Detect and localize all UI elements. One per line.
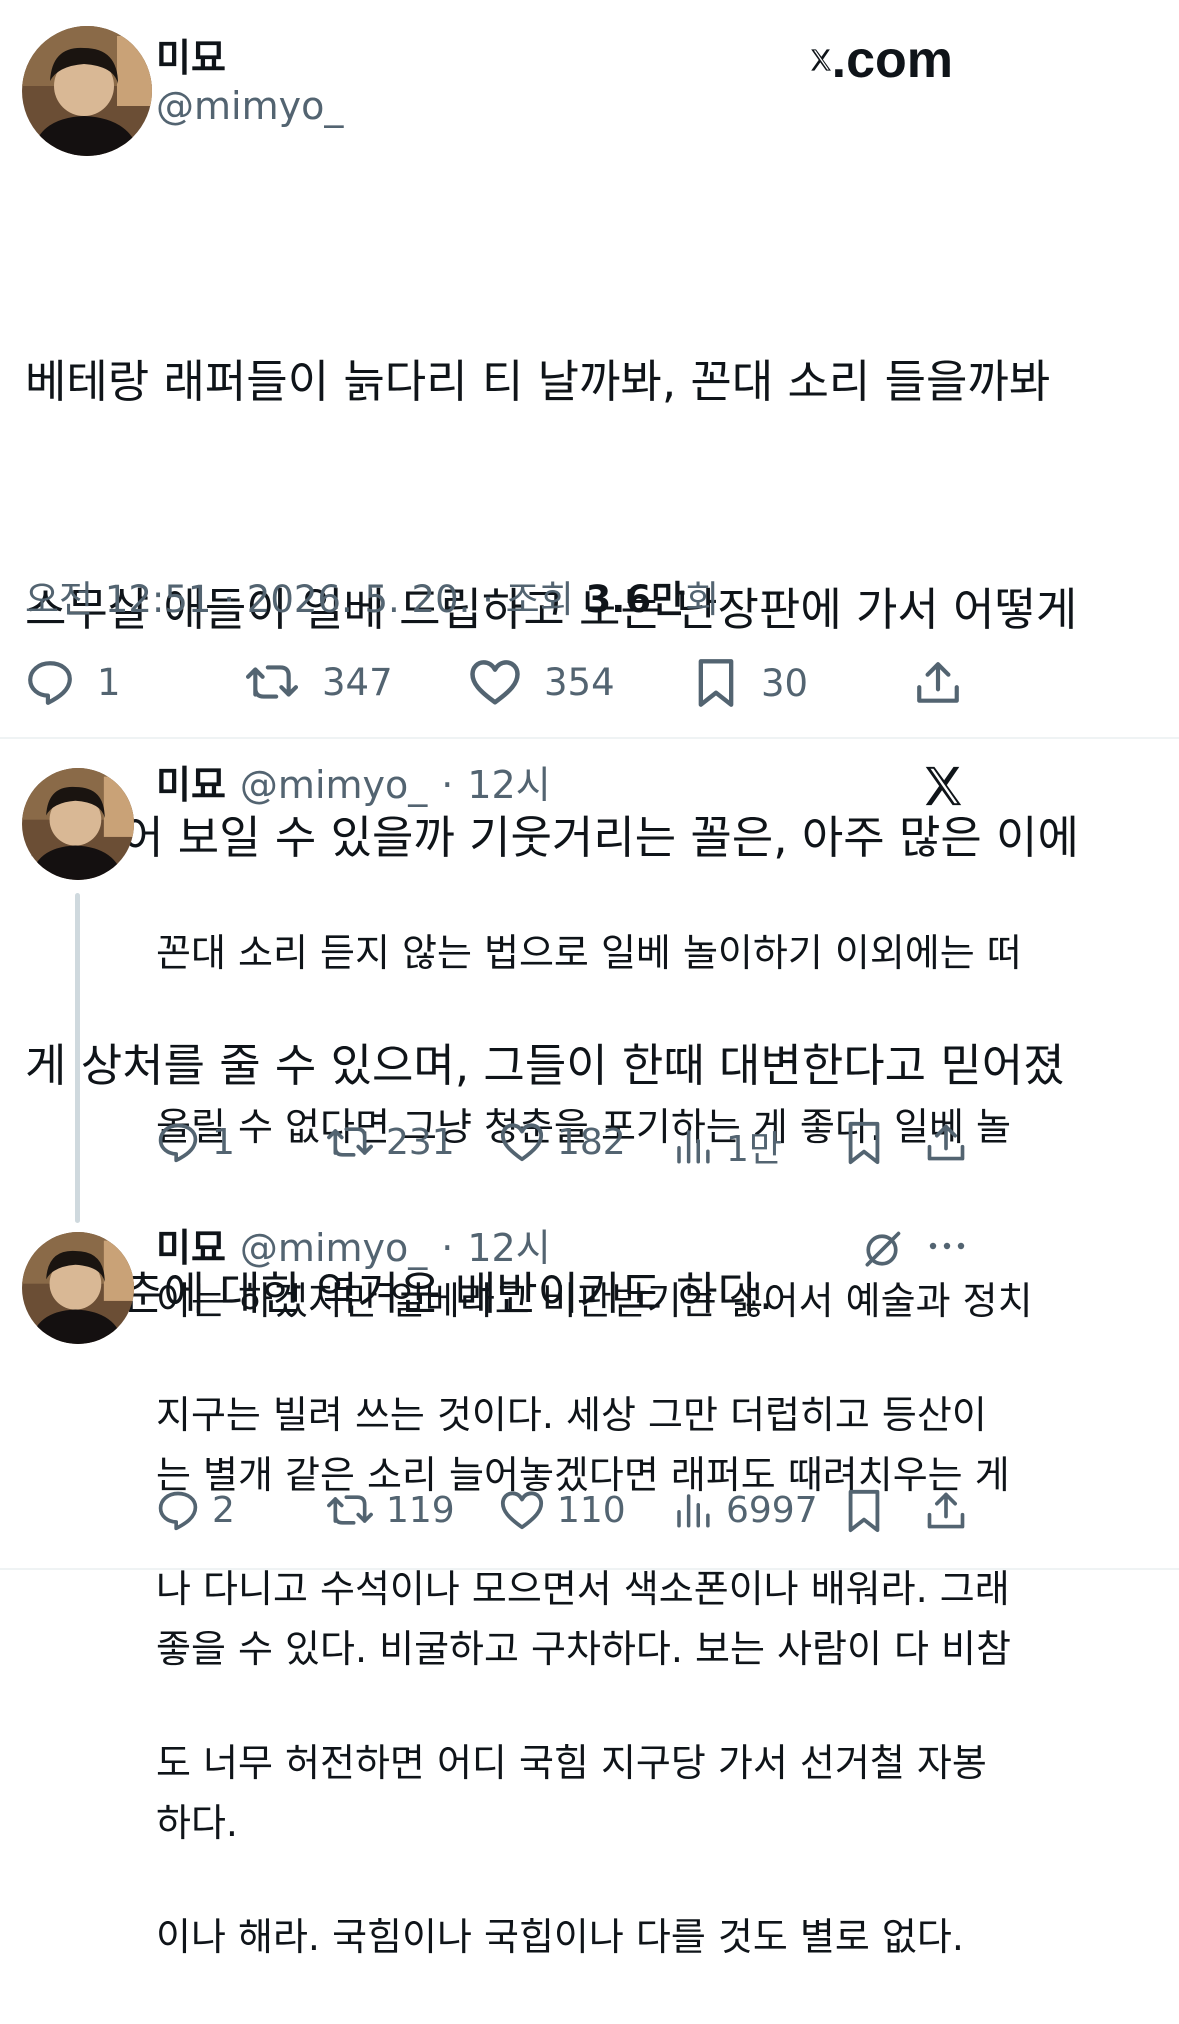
retweet-button[interactable]: 119 <box>326 1488 455 1532</box>
heart-icon <box>500 1491 544 1530</box>
bookmark-icon <box>848 1489 880 1533</box>
retweet-count: 119 <box>386 1489 455 1531</box>
views-button[interactable]: 6997 <box>672 1488 818 1532</box>
views-icon <box>677 1494 710 1528</box>
reply-separator: · <box>441 763 454 807</box>
retweet-icon <box>327 1495 373 1525</box>
reply-line: 올릴 수 없다면 그냥 청춘을 포기하는 게 좋다. 일베 놀 <box>156 1105 1011 1149</box>
reply-author-name[interactable]: 미묘 <box>156 1226 226 1270</box>
tweet-date[interactable]: 2026. 5. 20. <box>247 578 471 621</box>
views-button[interactable]: 1만 <box>672 1120 782 1172</box>
views-label: 조회 <box>505 578 574 621</box>
reply-time[interactable]: 12시 <box>467 763 550 807</box>
reply-line: 지구는 빌려 쓰는 것이다. 세상 그만 더럽히고 등산이 <box>156 1393 987 1437</box>
retweet-button[interactable]: 231 <box>326 1120 455 1164</box>
reply-text: 지구는 빌려 쓰는 것이다. 세상 그만 더럽히고 등산이 나 다니고 수석이나… <box>156 1270 1166 2024</box>
retweet-icon <box>327 1127 373 1157</box>
reply-avatar[interactable] <box>22 1232 134 1344</box>
bookmark-icon <box>698 659 734 707</box>
share-button[interactable] <box>924 1120 968 1166</box>
reply-separator: · <box>441 1226 454 1270</box>
tweet-line: 베테랑 래퍼들이 늙다리 티 날까봐, 꼰대 소리 들을까봐 <box>25 355 1051 408</box>
reply-header: 미묘 @mimyo_ · 12시 <box>156 763 551 807</box>
like-button[interactable]: 354 <box>468 657 615 707</box>
retweet-button[interactable]: 347 <box>244 657 393 707</box>
reply-author-handle[interactable]: @mimyo_ <box>240 1226 427 1270</box>
like-button[interactable]: 110 <box>499 1488 626 1532</box>
retweet-count: 347 <box>322 660 393 704</box>
tweet-meta: 오전 12:51 · 2026. 5. 20. · 조회 3.6만회 <box>25 578 719 622</box>
reply-icon <box>28 661 72 705</box>
views-icon <box>677 1130 710 1164</box>
reply-time[interactable]: 12시 <box>467 1226 550 1270</box>
like-button[interactable]: 182 <box>499 1120 626 1164</box>
views-suffix: 회 <box>685 578 720 621</box>
bookmark-icon <box>848 1121 880 1165</box>
views-count: 3.6만 <box>585 578 686 621</box>
retweet-count: 231 <box>386 1121 455 1163</box>
author-handle[interactable]: @mimyo_ <box>156 84 343 128</box>
bookmark-button[interactable] <box>844 1120 884 1166</box>
meta-separator: · <box>223 578 236 621</box>
reply-count: 2 <box>212 1489 235 1531</box>
bookmark-count: 30 <box>761 661 809 705</box>
x-logo-icon <box>811 49 831 71</box>
bookmark-button[interactable]: 30 <box>693 657 808 709</box>
reply-icon <box>158 1123 198 1163</box>
reply-avatar[interactable] <box>22 768 134 880</box>
more-icon[interactable] <box>928 1236 966 1260</box>
author-avatar[interactable] <box>22 26 152 156</box>
share-button[interactable] <box>924 1488 968 1534</box>
meta-separator: · <box>482 578 494 621</box>
heart-icon <box>470 660 520 705</box>
share-button[interactable] <box>913 657 963 709</box>
reply-count: 1 <box>97 660 121 704</box>
reply-author-handle[interactable]: @mimyo_ <box>240 763 427 807</box>
reply-author-name[interactable]: 미묘 <box>156 763 226 807</box>
divider <box>0 1568 1179 1570</box>
reply-line: 도 너무 허전하면 어디 국힘 지구당 가서 선거철 자봉 <box>156 1741 987 1785</box>
reply-icon <box>158 1491 198 1531</box>
reply-line: 꼰대 소리 듣지 않는 법으로 일베 놀이하기 이외에는 떠 <box>156 931 1022 975</box>
reply-button[interactable]: 1 <box>25 657 121 707</box>
heart-icon <box>500 1123 544 1162</box>
x-com-brand: .com <box>808 30 953 90</box>
share-icon <box>927 1492 965 1529</box>
like-count: 110 <box>557 1489 626 1531</box>
thread-line <box>75 893 80 1223</box>
tweet-time[interactable]: 오전 12:51 <box>25 578 211 621</box>
reply-button[interactable]: 1 <box>156 1120 235 1164</box>
views-count: 1만 <box>726 1129 783 1170</box>
author-name[interactable]: 미묘 <box>156 36 226 80</box>
like-count: 182 <box>557 1121 626 1163</box>
grok-icon[interactable] <box>860 1228 904 1276</box>
reply-header: 미묘 @mimyo_ · 12시 <box>156 1226 551 1270</box>
like-count: 354 <box>544 660 615 704</box>
reply-button[interactable]: 2 <box>156 1488 235 1532</box>
reply-count: 1 <box>212 1121 235 1163</box>
reply-line: 이나 해라. 국힘이나 국힙이나 다를 것도 별로 없다. <box>156 1915 964 1959</box>
views-count: 6997 <box>726 1489 818 1531</box>
retweet-icon <box>245 665 299 699</box>
share-icon <box>927 1124 965 1161</box>
divider <box>0 737 1179 739</box>
x-logo-icon <box>920 763 966 813</box>
share-icon <box>917 662 959 703</box>
bookmark-button[interactable] <box>844 1488 884 1534</box>
brand-text: .com <box>831 31 953 89</box>
